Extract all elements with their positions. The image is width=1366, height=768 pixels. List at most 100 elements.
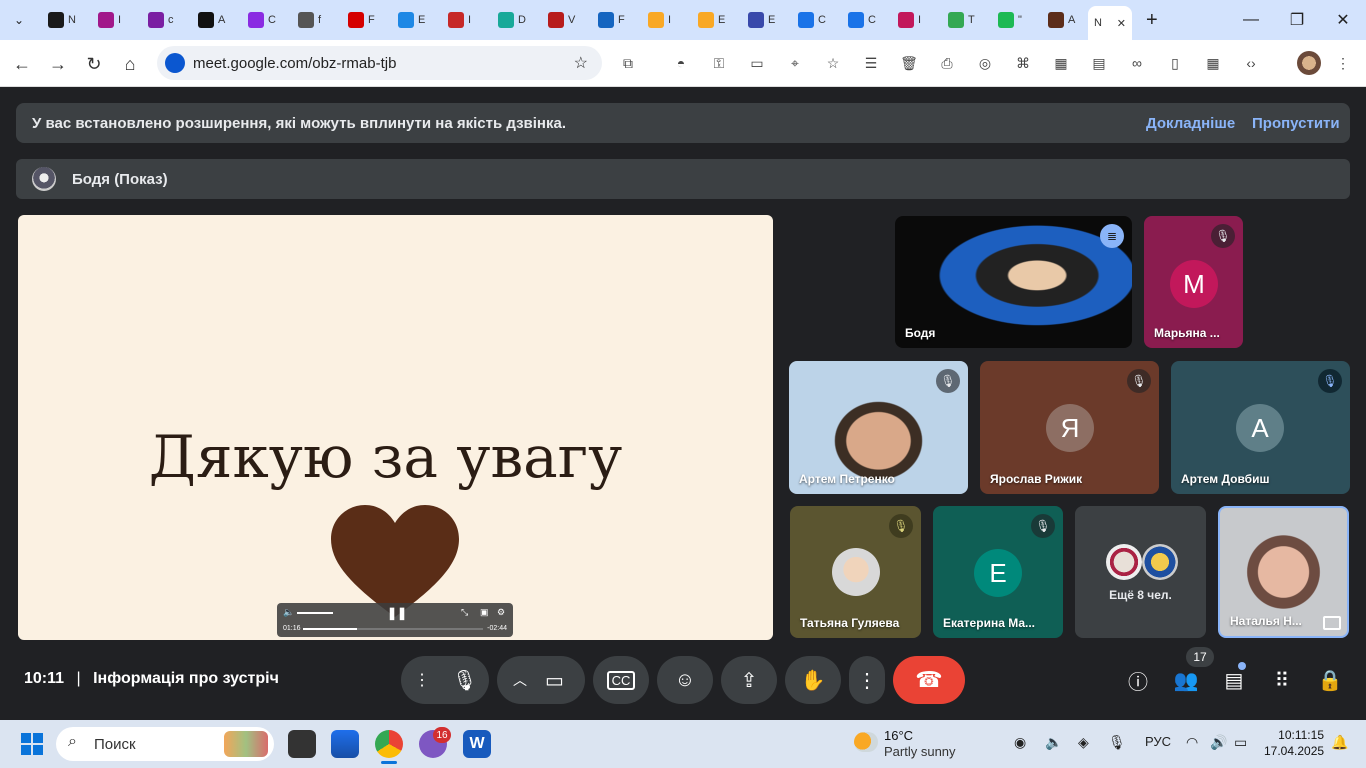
minimize-icon[interactable]: — xyxy=(1228,0,1274,40)
participant-tile[interactable]: 🎙 E Екатерина Ма... xyxy=(933,506,1063,638)
task-view-icon[interactable] xyxy=(288,730,316,758)
browser-tab[interactable]: F xyxy=(588,0,638,40)
participant-tile[interactable]: 🎙 Артем Петренко xyxy=(789,361,968,494)
card-icon[interactable]: ▭ xyxy=(748,54,766,72)
browser-tab[interactable]: f xyxy=(288,0,338,40)
browser-tab[interactable]: N xyxy=(38,0,88,40)
reload-icon[interactable]: ↻ xyxy=(82,52,106,76)
browser-tab[interactable]: I xyxy=(88,0,138,40)
captions-button[interactable]: CC xyxy=(593,656,649,704)
pin-self-icon[interactable] xyxy=(1323,616,1341,630)
star-icon[interactable]: ☆ xyxy=(824,54,842,72)
table-icon[interactable]: ▦ xyxy=(1204,54,1222,72)
audio-settings-icon[interactable]: ⋮ xyxy=(414,670,430,690)
speaker-icon[interactable]: 🔊 xyxy=(1210,734,1227,751)
link-icon[interactable]: ∞ xyxy=(1128,54,1146,72)
key-icon[interactable]: ⚿ xyxy=(710,54,728,72)
people-icon[interactable]: 👥 xyxy=(1174,668,1199,692)
meeting-info-link[interactable]: Інформація про зустріч xyxy=(93,670,279,687)
browser-tab[interactable]: E xyxy=(388,0,438,40)
trash-icon[interactable]: 🗑 xyxy=(900,54,918,72)
reactions-button[interactable]: ☺ xyxy=(657,656,713,704)
volume-tray-icon[interactable]: 🔈 xyxy=(1045,734,1062,751)
start-button-icon[interactable] xyxy=(21,733,43,755)
participant-tile[interactable]: 🎙 M Марьяна ... xyxy=(1144,216,1243,348)
tab-close-icon[interactable]: ✕ xyxy=(1117,17,1126,30)
skip-link[interactable]: Пропустити xyxy=(1252,115,1340,132)
new-tab-icon[interactable]: + xyxy=(1146,9,1158,32)
store-icon[interactable] xyxy=(331,730,359,758)
browser-tab[interactable]: C xyxy=(238,0,288,40)
pause-icon[interactable]: ❚❚ xyxy=(387,606,407,620)
reading-list-icon[interactable]: ☰ xyxy=(862,54,880,72)
more-participants-tile[interactable]: Ещё 8 чел. xyxy=(1075,506,1206,638)
learn-more-link[interactable]: Докладніше xyxy=(1146,115,1235,132)
forward-icon[interactable]: → xyxy=(46,52,70,76)
maximize-icon[interactable]: ❐ xyxy=(1274,0,1320,40)
host-controls-icon[interactable]: 🔒 xyxy=(1318,668,1343,692)
present-button[interactable]: ⇪ xyxy=(721,656,777,704)
leave-call-button[interactable]: ☎ xyxy=(893,656,965,704)
taskbar-search[interactable]: ⌕ Поиск xyxy=(56,727,274,761)
browser-tab[interactable]: D xyxy=(488,0,538,40)
browser-tab[interactable]: C xyxy=(838,0,888,40)
pip-icon[interactable]: ▣ xyxy=(480,607,489,618)
bookmark-star-icon[interactable]: ☆ xyxy=(574,53,588,73)
browser-tab[interactable]: T xyxy=(938,0,988,40)
tab-search-icon[interactable]: ⌄ xyxy=(0,0,38,40)
extensions-icon[interactable]: ⧉ xyxy=(619,54,637,72)
chat-icon[interactable]: ▤ xyxy=(1222,668,1246,692)
browser-tab[interactable]: F xyxy=(338,0,388,40)
print-icon[interactable]: ⎙ xyxy=(938,54,956,72)
participant-tile-self[interactable]: Наталья Н... xyxy=(1218,506,1349,638)
browser-tab[interactable]: E xyxy=(688,0,738,40)
incognito-icon[interactable]: ◓ xyxy=(672,54,690,72)
activities-icon[interactable]: ⠿ xyxy=(1270,668,1294,692)
edge-tray-icon[interactable]: ◈ xyxy=(1078,734,1089,751)
participant-tile[interactable]: 🎙 A Артем Довбиш xyxy=(1171,361,1350,494)
volume-icon[interactable]: 🔈 xyxy=(283,607,294,618)
profile-avatar[interactable] xyxy=(1297,51,1321,75)
menu-icon[interactable]: ⋮ xyxy=(1334,54,1352,72)
system-clock[interactable]: 10:11:15 17.04.2025 xyxy=(1264,727,1324,759)
volume-slider[interactable] xyxy=(297,612,333,614)
code-icon[interactable]: ‹› xyxy=(1242,54,1260,72)
battery-icon[interactable]: ▭ xyxy=(1234,734,1247,751)
video-options-icon[interactable]: ︿ xyxy=(513,670,527,690)
browser-tab[interactable]: C xyxy=(788,0,838,40)
notifications-bell-icon[interactable]: 🔔 xyxy=(1331,734,1348,751)
participant-tile[interactable]: ≣ Бодя xyxy=(895,216,1132,348)
word-icon[interactable]: W xyxy=(463,730,491,758)
address-bar[interactable]: meet.google.com/obz-rmab-tjb ☆ xyxy=(157,46,602,80)
reader-icon[interactable]: ▤ xyxy=(1090,54,1108,72)
back-icon[interactable]: ← xyxy=(10,52,34,76)
microphone-icon[interactable]: 🎙 xyxy=(452,668,477,693)
browser-tab[interactable]: I xyxy=(638,0,688,40)
tab-active[interactable]: N ✕ xyxy=(1088,6,1132,40)
progress-track[interactable] xyxy=(303,628,483,630)
exit-fullscreen-icon[interactable]: ⤡ xyxy=(461,607,468,618)
qr-icon[interactable]: ▦ xyxy=(1052,54,1070,72)
camera-icon[interactable]: ▭ xyxy=(545,668,564,693)
more-options-button[interactable]: ⋮ xyxy=(849,656,885,704)
participant-tile[interactable]: 🎙 Татьяна Гуляева xyxy=(790,506,921,638)
close-window-icon[interactable]: ✕ xyxy=(1320,0,1366,40)
browser-tab[interactable]: " xyxy=(988,0,1038,40)
device-icon[interactable]: ▯ xyxy=(1166,54,1184,72)
browser-tab[interactable]: A xyxy=(1038,0,1088,40)
participant-tile[interactable]: 🎙 Я Ярослав Рижик xyxy=(980,361,1159,494)
browser-tab[interactable]: I xyxy=(888,0,938,40)
browser-tab[interactable]: V xyxy=(538,0,588,40)
chrome-icon[interactable] xyxy=(375,730,403,758)
browser-tab[interactable]: I xyxy=(438,0,488,40)
viber-tray-icon[interactable]: ◉ xyxy=(1014,734,1026,751)
home-icon[interactable]: ⌂ xyxy=(118,52,142,76)
mic-tray-icon[interactable]: 🎙 xyxy=(1108,734,1126,751)
location-icon[interactable]: ⌖ xyxy=(786,54,804,72)
translate-icon[interactable]: ⌘ xyxy=(1014,54,1032,72)
wifi-icon[interactable]: ◠ xyxy=(1186,734,1198,751)
browser-tab[interactable]: E xyxy=(738,0,788,40)
language-indicator[interactable]: РУС xyxy=(1145,734,1171,749)
browser-tab[interactable]: c xyxy=(138,0,188,40)
settings-icon[interactable]: ⚙ xyxy=(497,607,505,618)
